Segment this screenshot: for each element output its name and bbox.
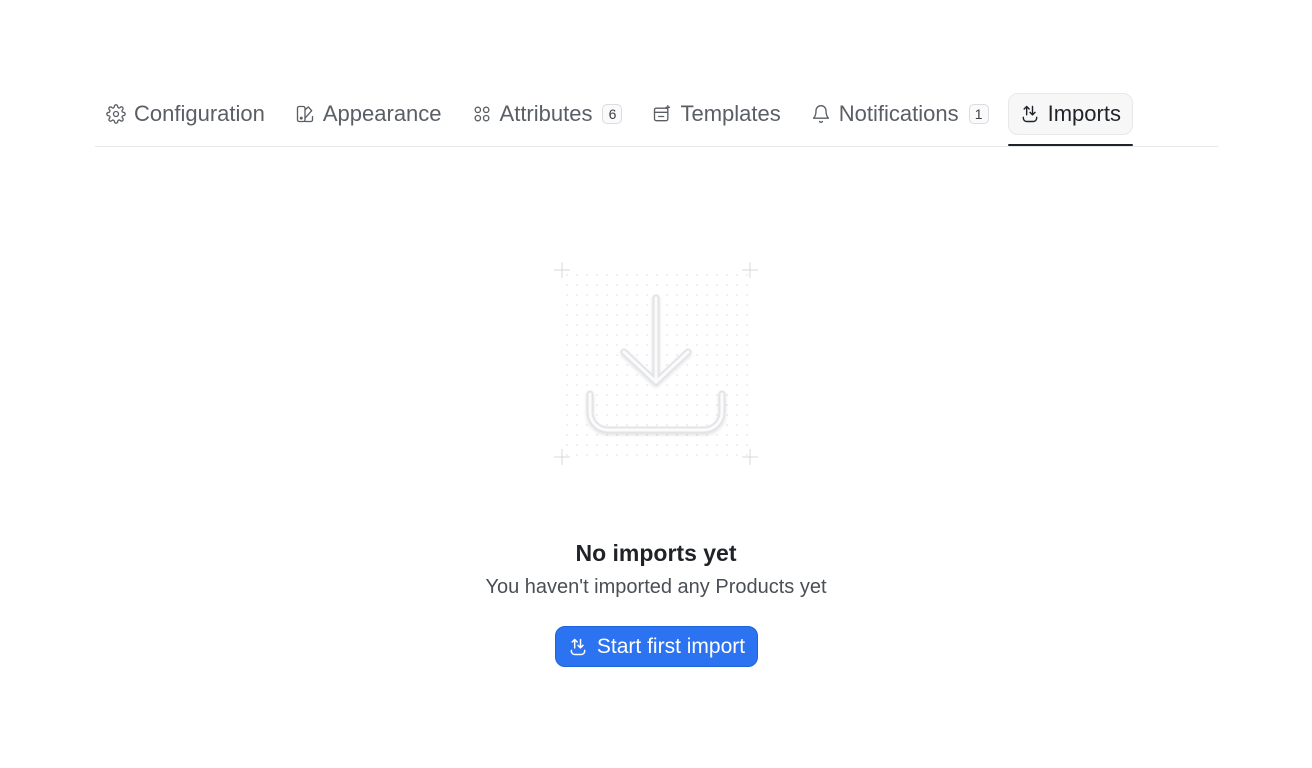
bell-icon	[811, 104, 831, 124]
count-badge: 1	[968, 104, 989, 124]
page: Configuration Appearance Attributes 6 Te…	[0, 0, 1312, 768]
tab-label: Notifications	[838, 101, 959, 126]
button-label: Start first import	[596, 634, 746, 658]
grid-circles-icon	[472, 104, 492, 124]
import-arrows-icon	[568, 637, 588, 657]
tab-configuration[interactable]: Configuration	[95, 93, 276, 135]
tab-label: Appearance	[322, 101, 442, 126]
empty-state-title: No imports yet	[575, 540, 737, 566]
tab-label: Imports	[1047, 101, 1121, 126]
tab-appearance[interactable]: Appearance	[284, 93, 453, 135]
tab-bar: Configuration Appearance Attributes 6 Te…	[95, 93, 1218, 147]
empty-state-subtitle: You haven't imported any Products yet	[485, 576, 827, 598]
tab-imports[interactable]: Imports	[1007, 93, 1134, 146]
download-tray-icon	[552, 260, 760, 468]
start-first-import-button[interactable]: Start first import	[555, 626, 758, 667]
tab-attributes[interactable]: Attributes 6	[461, 93, 634, 135]
template-icon	[652, 104, 672, 124]
import-arrows-icon	[1020, 104, 1040, 124]
tab-label: Templates	[680, 101, 781, 126]
palette-icon	[295, 104, 315, 124]
gear-icon	[106, 104, 126, 124]
tab-notifications[interactable]: Notifications 1	[800, 93, 1000, 135]
tab-label: Configuration	[134, 101, 265, 126]
tab-templates[interactable]: Templates	[641, 93, 791, 135]
tab-label: Attributes	[499, 101, 593, 126]
count-badge: 6	[602, 104, 623, 124]
